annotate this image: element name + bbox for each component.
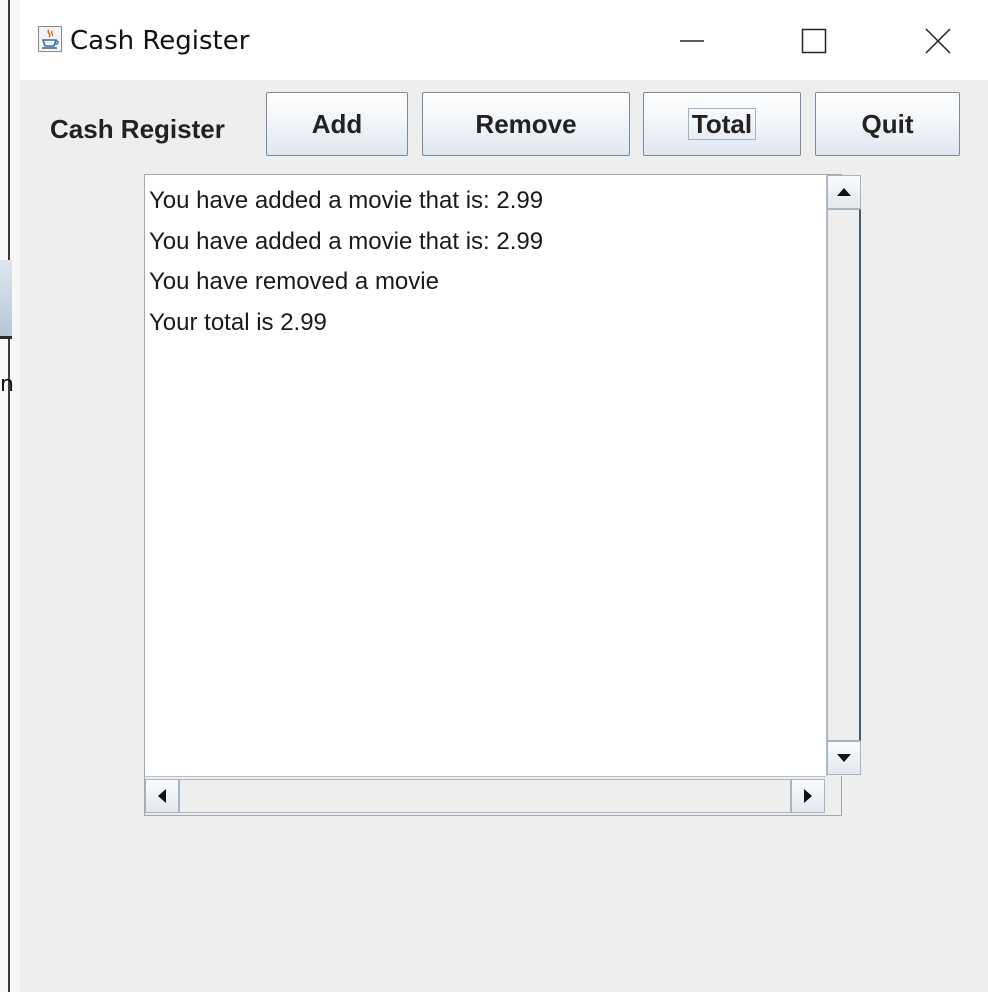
output-line: You have added a movie that is: 2.99 xyxy=(149,227,544,255)
close-icon xyxy=(925,28,951,54)
title-bar[interactable]: Cash Register xyxy=(20,0,988,80)
output-text-area[interactable]: You have added a movie that is: 2.99 You… xyxy=(145,175,826,776)
scroll-down-button[interactable] xyxy=(827,741,861,775)
output-line: You have removed a movie xyxy=(149,268,439,295)
vertical-scrollbar[interactable] xyxy=(826,175,862,776)
output-line: You have added a movie that is: 2.99 xyxy=(149,187,544,214)
background-desktop: n xyxy=(0,0,20,992)
window-title: Cash Register xyxy=(70,26,250,56)
background-text-fragment: n xyxy=(0,372,14,397)
scroll-up-button[interactable] xyxy=(827,175,861,209)
arrow-left-icon xyxy=(158,789,166,803)
horizontal-scrollbar[interactable] xyxy=(145,776,826,815)
horizontal-scroll-thumb[interactable] xyxy=(179,779,791,813)
minimize-button[interactable] xyxy=(662,18,722,64)
quit-button[interactable]: Quit xyxy=(815,92,960,156)
maximize-button[interactable] xyxy=(784,18,844,64)
scroll-left-button[interactable] xyxy=(145,779,179,813)
total-button[interactable]: Total xyxy=(643,92,801,156)
scroll-corner xyxy=(826,776,841,815)
close-button[interactable] xyxy=(908,18,968,64)
background-tab xyxy=(0,260,12,339)
arrow-down-icon xyxy=(837,754,851,762)
remove-button[interactable]: Remove xyxy=(422,92,630,156)
output-line: Your total is 2.99 xyxy=(149,308,327,336)
minimize-icon xyxy=(680,40,704,42)
java-cup-icon xyxy=(38,26,62,52)
scroll-right-button[interactable] xyxy=(791,779,825,813)
toolbar: Cash Register Add Remove Total Quit xyxy=(20,80,988,160)
vertical-scroll-thumb[interactable] xyxy=(827,209,861,741)
toolbar-label: Cash Register xyxy=(50,114,225,144)
arrow-up-icon xyxy=(837,188,851,196)
total-button-label: Total xyxy=(687,108,757,140)
add-button[interactable]: Add xyxy=(266,92,408,156)
output-scroll-pane: You have added a movie that is: 2.99 You… xyxy=(144,174,862,816)
maximize-icon xyxy=(801,28,827,54)
cash-register-window: Cash Register Cash Register Add Remove T… xyxy=(20,0,988,992)
background-window-edge xyxy=(8,0,10,992)
arrow-right-icon xyxy=(804,789,812,803)
